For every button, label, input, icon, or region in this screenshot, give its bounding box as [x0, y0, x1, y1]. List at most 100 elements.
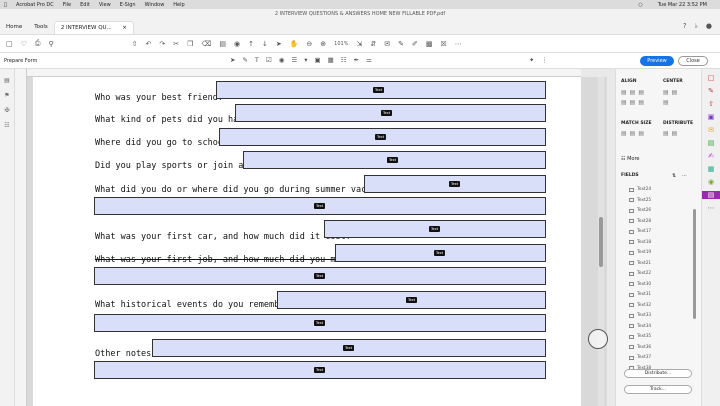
text-field-other-notes-2[interactable]: Text — [94, 361, 546, 379]
scan-icon[interactable]: ▦ — [702, 165, 720, 173]
menu-window[interactable]: Window — [145, 2, 165, 8]
hand-icon[interactable]: ✋ — [290, 40, 299, 48]
zoom-level[interactable]: 101% — [334, 41, 348, 47]
align-buttons-2[interactable]: ▤▤▤ — [621, 99, 647, 106]
create-pdf-icon[interactable]: □ — [702, 74, 720, 82]
text-field-summer-2[interactable]: Text — [94, 197, 546, 215]
menu-view[interactable]: View — [99, 2, 111, 8]
bell-icon[interactable]: ♭ — [695, 22, 698, 30]
search-icon[interactable]: ⚲ — [49, 40, 54, 48]
up-icon[interactable]: ↑ — [248, 40, 254, 48]
edit-pdf-icon[interactable]: ✎ — [702, 87, 720, 95]
text-field-sports[interactable]: Text — [243, 151, 546, 169]
track-button[interactable]: Track... — [624, 385, 692, 394]
avatar[interactable]: ● — [706, 22, 712, 30]
apple-icon[interactable]:  — [4, 2, 7, 8]
text-field-historical-2[interactable]: Text — [94, 314, 546, 332]
page-thumbnails-icon[interactable]: ▤ — [0, 77, 14, 84]
protect-icon[interactable]: ◉ — [702, 178, 720, 186]
stamp-icon[interactable]: ▩ — [426, 40, 433, 48]
comment-icon[interactable]: ✉ — [384, 40, 390, 48]
sort-icon[interactable]: ⇅ — [672, 173, 676, 179]
field-list-item[interactable]: Text18 — [629, 240, 651, 245]
cut-icon[interactable]: ✂ — [173, 40, 179, 48]
new-icon[interactable]: □ — [6, 40, 13, 48]
field-list-item[interactable]: Text26 — [629, 208, 651, 213]
menu-file[interactable]: File — [63, 2, 71, 8]
listbox-icon[interactable]: ☰ — [291, 56, 297, 64]
text-field-pets[interactable]: Text — [235, 104, 546, 122]
options-icon[interactable]: ⋯ — [682, 173, 687, 179]
help-icon[interactable]: ? — [683, 22, 687, 30]
dropdown-icon[interactable]: ▾ — [304, 56, 307, 64]
match-size-buttons[interactable]: ▤▤▤ — [621, 130, 647, 137]
pages-icon[interactable]: ▤ — [219, 40, 226, 48]
zoom-in-icon[interactable]: ⊕ — [320, 40, 326, 48]
more-icon[interactable]: ⋯ — [455, 40, 462, 48]
field-list-item[interactable]: Text36 — [629, 345, 651, 350]
field-list-item[interactable]: Text33 — [629, 313, 651, 318]
redo-icon[interactable]: ↷ — [159, 40, 165, 48]
bookmarks-icon[interactable]: ⚑ — [0, 92, 14, 99]
text-field-icon[interactable]: T — [255, 56, 259, 64]
highlight-icon[interactable]: ✐ — [412, 40, 418, 48]
tab-home[interactable]: Home — [0, 21, 28, 34]
attachments-icon[interactable]: ✠ — [0, 107, 14, 114]
field-list-item[interactable]: Text28 — [629, 219, 651, 224]
field-list-item[interactable]: Text17 — [629, 229, 651, 234]
text-field-best-friend[interactable]: Text — [216, 81, 546, 99]
layers-icon[interactable]: ☷ — [0, 122, 14, 129]
center-buttons-2[interactable]: ▤ — [663, 99, 672, 106]
select-icon[interactable]: ➤ — [276, 40, 282, 48]
text-field-school[interactable]: Text — [219, 128, 546, 146]
align-buttons[interactable]: ▤▤▤ — [621, 89, 647, 96]
bookmark-icon[interactable]: ♡ — [21, 40, 27, 48]
fill-sign-icon[interactable]: ✍ — [702, 152, 720, 160]
date-icon[interactable]: ☷ — [341, 56, 347, 64]
trash-icon[interactable]: ☒ — [440, 40, 446, 48]
text-field-first-car[interactable]: Text — [324, 220, 546, 238]
checkbox-icon[interactable]: ☑ — [266, 56, 272, 64]
binoculars-icon[interactable]: ◉ — [234, 40, 240, 48]
field-list-item[interactable]: Text35 — [629, 334, 651, 339]
barcode-icon[interactable]: ⚌ — [366, 56, 372, 64]
text-field-historical[interactable]: Text — [277, 291, 546, 309]
tool-options-icon[interactable]: ⋮ — [541, 56, 548, 64]
field-list-item[interactable]: Text21 — [629, 261, 651, 266]
menu-edit[interactable]: Edit — [80, 2, 90, 8]
tab-tools[interactable]: Tools — [28, 21, 54, 34]
copy-icon[interactable]: ❐ — [187, 40, 193, 48]
delete-icon[interactable]: ⌫ — [201, 40, 211, 48]
share-icon[interactable]: ⇧ — [132, 40, 138, 48]
image-icon[interactable]: ▦ — [328, 56, 334, 64]
pin-icon[interactable]: ✦ — [529, 56, 534, 64]
menu-esign[interactable]: E-Sign — [120, 2, 136, 8]
field-list-item[interactable]: Text37 — [629, 355, 651, 360]
button-icon[interactable]: ▣ — [314, 56, 320, 64]
pointer-icon[interactable]: ➤ — [230, 56, 235, 64]
text-field-first-job[interactable]: Text — [335, 244, 546, 262]
field-list-item[interactable]: Text22 — [629, 271, 651, 276]
field-list-item[interactable]: Text32 — [629, 303, 651, 308]
export-pdf-icon[interactable]: ⇧ — [702, 100, 720, 108]
fit-icon[interactable]: ⇲ — [356, 40, 362, 48]
text-field-summer[interactable]: Text — [364, 175, 546, 193]
center-buttons[interactable]: ▤▤ — [663, 89, 680, 96]
menu-help[interactable]: Help — [173, 2, 184, 8]
undo-icon[interactable]: ↶ — [146, 40, 152, 48]
prepare-form-icon[interactable]: ▤ — [702, 191, 720, 199]
close-button[interactable]: Close — [678, 56, 708, 66]
text-field-other-notes[interactable]: Text — [152, 339, 546, 357]
close-icon[interactable]: × — [122, 25, 127, 31]
distribute-button[interactable]: Distribute... — [624, 369, 692, 378]
combine-icon[interactable]: ▣ — [702, 113, 720, 121]
field-list-item[interactable]: Text30 — [629, 282, 651, 287]
radio-icon[interactable]: ◉ — [279, 56, 285, 64]
tab-document[interactable]: 2 INTERVIEW QU... × — [53, 21, 134, 34]
scrollbar-thumb[interactable] — [599, 217, 603, 267]
more-row[interactable]: ☷ More — [621, 156, 639, 162]
wifi-icon[interactable]: ○ — [638, 2, 642, 8]
field-list-item[interactable]: Text24 — [629, 187, 651, 192]
vertical-scrollbar[interactable] — [598, 77, 604, 406]
scroll-icon[interactable]: ⇵ — [370, 40, 376, 48]
